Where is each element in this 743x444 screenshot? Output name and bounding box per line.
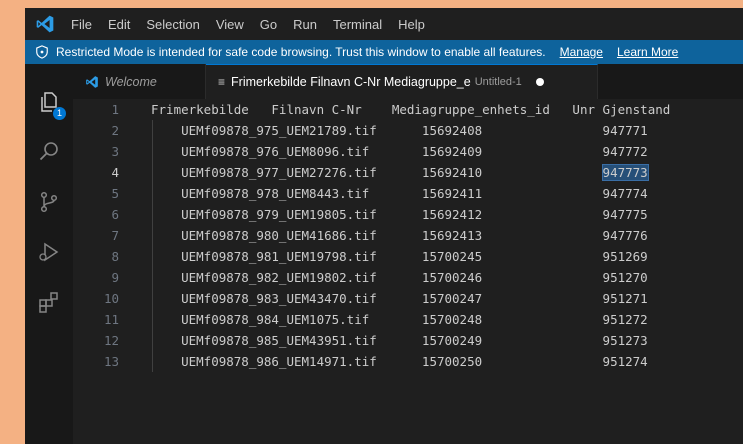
line-content: UEMf09878_983_UEM43470.tif 15700247 9512… [151,291,648,306]
line-text: UEMf09878_978_UEM8443.tif 15692411 94777… [151,183,648,204]
shield-icon [36,45,48,59]
tab-label: Welcome [105,74,157,89]
editor-line[interactable]: 5 UEMf09878_978_UEM8443.tif 15692411 947… [73,183,743,204]
editor-line[interactable]: 12 UEMf09878_985_UEM43951.tif 15700249 9… [73,330,743,351]
line-content: UEMf09878_981_UEM19798.tif 15700245 9512… [151,249,648,264]
line-text: UEMf09878_977_UEM27276.tif 15692410 9477… [151,162,649,183]
line-content: UEMf09878_980_UEM41686.tif 15692413 9477… [151,228,648,243]
vscode-logo-icon [36,15,54,33]
line-number: 7 [111,228,119,243]
manage-link[interactable]: Manage [560,45,603,59]
line-content: UEMf09878_976_UEM8096.tif 15692409 94777… [151,144,648,159]
editor-line[interactable]: 7 UEMf09878_980_UEM41686.tif 15692413 94… [73,225,743,246]
run-debug-icon[interactable] [37,240,61,264]
tab-description: Untitled-1 [474,76,522,88]
tab-untitled-1[interactable]: ≡ Frimerkebilde Filnavn C-Nr Mediagruppe… [206,64,598,99]
line-number: 9 [111,270,119,285]
menu-selection[interactable]: Selection [146,17,199,32]
line-number: 2 [111,123,119,138]
line-text: UEMf09878_976_UEM8096.tif 15692409 94777… [151,141,648,162]
line-number: 5 [111,186,119,201]
line-content: UEMf09878_979_UEM19805.tif 15692412 9477… [151,207,648,222]
extensions-icon[interactable] [37,290,61,314]
menu-file[interactable]: File [71,17,92,32]
tab-welcome[interactable]: Welcome [73,64,206,99]
text-selection: 947773 [601,164,649,181]
line-number: 8 [111,249,119,264]
search-icon[interactable] [37,140,61,164]
editor-line[interactable]: 10 UEMf09878_983_UEM43470.tif 15700247 9… [73,288,743,309]
explorer-badge: 1 [53,107,66,120]
line-content: UEMf09878_984_UEM1075.tif 15700248 95127… [151,312,648,327]
editor-line[interactable]: 3 UEMf09878_976_UEM8096.tif 15692409 947… [73,141,743,162]
line-content: UEMf09878_985_UEM43951.tif 15700249 9512… [151,333,648,348]
menu-view[interactable]: View [216,17,244,32]
editor-tabs: Welcome ≡ Frimerkebilde Filnavn C-Nr Med… [73,64,743,99]
line-number: 4 [111,165,119,180]
menu-go[interactable]: Go [260,17,277,32]
line-number: 13 [103,354,119,369]
activity-bar: 1 [25,64,73,444]
vscode-logo-icon [86,75,98,88]
source-control-icon[interactable] [37,190,61,214]
menu-edit[interactable]: Edit [108,17,130,32]
menu-help[interactable]: Help [398,17,425,32]
editor-line[interactable]: 9 UEMf09878_982_UEM19802.tif 15700246 95… [73,267,743,288]
unsaved-dot-icon[interactable] [535,78,544,86]
line-content: UEMf09878_982_UEM19802.tif 15700246 9512… [151,270,648,285]
line-text: UEMf09878_986_UEM14971.tif 15700250 9512… [151,351,648,372]
tab-label: Frimerkebilde Filnavn C-Nr Mediagruppe_e [231,75,471,89]
editor-line[interactable]: 6 UEMf09878_979_UEM19805.tif 15692412 94… [73,204,743,225]
line-text: UEMf09878_983_UEM43470.tif 15700247 9512… [151,288,648,309]
line-content: Frimerkebilde Filnavn C-Nr Mediagruppe_e… [151,102,671,117]
restricted-mode-banner: Restricted Mode is intended for safe cod… [25,40,743,64]
editor-line[interactable]: 13 UEMf09878_986_UEM14971.tif 15700250 9… [73,351,743,372]
editor-line[interactable]: 4 UEMf09878_977_UEM27276.tif 15692410 94… [73,162,743,183]
line-text: UEMf09878_980_UEM41686.tif 15692413 9477… [151,225,648,246]
learn-more-link[interactable]: Learn More [617,45,678,59]
editor-line[interactable]: 2 UEMf09878_975_UEM21789.tif 15692408 94… [73,120,743,141]
editor-line[interactable]: 1 Frimerkebilde Filnavn C-Nr Mediagruppe_… [73,99,743,120]
line-number: 12 [103,333,119,348]
plaintext-file-icon: ≡ [218,75,226,89]
menu-bar: File Edit Selection View Go Run Terminal… [25,8,743,40]
line-number: 1 [111,102,119,117]
line-text: Frimerkebilde Filnavn C-Nr Mediagruppe_e… [151,99,670,120]
line-number: 10 [103,291,119,306]
line-content: UEMf09878_986_UEM14971.tif 15700250 9512… [151,354,648,369]
line-text: UEMf09878_985_UEM43951.tif 15700249 9512… [151,330,648,351]
editor-line[interactable]: 11 UEMf09878_984_UEM1075.tif 15700248 95… [73,309,743,330]
line-text: UEMf09878_981_UEM19798.tif 15700245 9512… [151,246,648,267]
line-content: UEMf09878_978_UEM8443.tif 15692411 94777… [151,186,648,201]
vscode-window: File Edit Selection View Go Run Terminal… [25,8,743,444]
line-text: UEMf09878_984_UEM1075.tif 15700248 95127… [151,309,648,330]
line-text: UEMf09878_979_UEM19805.tif 15692412 9477… [151,204,648,225]
line-text: UEMf09878_975_UEM21789.tif 15692408 9477… [151,120,648,141]
menu-run[interactable]: Run [293,17,317,32]
editor-line[interactable]: 8 UEMf09878_981_UEM19798.tif 15700245 95… [73,246,743,267]
banner-message: Restricted Mode is intended for safe cod… [56,45,546,59]
text-editor[interactable]: 1 Frimerkebilde Filnavn C-Nr Mediagruppe_… [73,99,743,444]
menu-terminal[interactable]: Terminal [333,17,382,32]
line-text: UEMf09878_982_UEM19802.tif 15700246 9512… [151,267,648,288]
line-number: 11 [103,312,119,327]
line-content: UEMf09878_977_UEM27276.tif 15692410 [151,165,603,180]
line-number: 6 [111,207,119,222]
line-content: UEMf09878_975_UEM21789.tif 15692408 9477… [151,123,648,138]
line-number: 3 [111,144,119,159]
